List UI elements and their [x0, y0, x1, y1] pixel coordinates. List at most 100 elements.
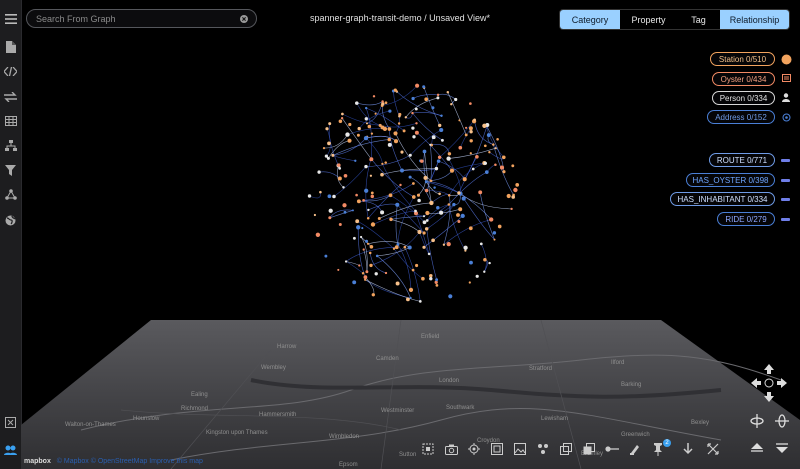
graph-node[interactable]	[395, 202, 400, 207]
graph-node[interactable]	[364, 117, 368, 121]
graph-node[interactable]	[343, 210, 347, 214]
graph-node[interactable]	[447, 152, 452, 156]
graph-node[interactable]	[352, 280, 357, 285]
graph-node[interactable]	[430, 274, 433, 277]
link-icon[interactable]	[604, 441, 620, 457]
graph-node[interactable]	[364, 188, 369, 193]
graph-node[interactable]	[469, 152, 472, 155]
graph-node[interactable]	[488, 151, 491, 154]
graph-node[interactable]	[424, 227, 429, 231]
graph-node[interactable]	[362, 248, 365, 251]
graph-node[interactable]	[331, 153, 335, 157]
tab-property[interactable]: Property	[620, 10, 677, 29]
graph-node[interactable]	[412, 135, 416, 139]
graph-node[interactable]	[343, 173, 348, 178]
pan-left-icon[interactable]	[749, 376, 763, 390]
graph-node[interactable]	[394, 245, 399, 250]
graph-node[interactable]	[368, 251, 372, 255]
graph-node[interactable]	[338, 223, 342, 226]
graph-node[interactable]	[355, 193, 358, 197]
graph-node[interactable]	[469, 139, 473, 143]
graph-node[interactable]	[348, 122, 352, 127]
graph-node[interactable]	[429, 143, 432, 146]
graph-node[interactable]	[458, 207, 463, 212]
layers-icon[interactable]	[558, 441, 574, 457]
graph-node[interactable]	[357, 126, 361, 131]
graph-node[interactable]	[469, 260, 473, 265]
graph-node[interactable]	[370, 194, 375, 199]
graph-node[interactable]	[494, 147, 497, 150]
graph-node[interactable]	[365, 106, 368, 110]
graph-node[interactable]	[389, 217, 393, 222]
clear-search-icon[interactable]	[237, 12, 251, 26]
graph-node[interactable]	[440, 138, 444, 142]
graph-sphere[interactable]	[290, 80, 530, 320]
graph-node[interactable]	[392, 247, 396, 250]
pan-down-icon[interactable]	[762, 390, 776, 404]
graph-node[interactable]	[434, 166, 439, 171]
graph-node[interactable]	[408, 175, 412, 179]
legend-edge-route[interactable]: ROUTE 0/771	[709, 153, 775, 167]
graph-node[interactable]	[371, 293, 375, 297]
tab-relationship[interactable]: Relationship	[720, 10, 789, 29]
graph-node[interactable]	[387, 127, 392, 131]
graph-node[interactable]	[482, 123, 487, 128]
graph-node[interactable]	[342, 186, 345, 189]
graph-node[interactable]	[465, 126, 468, 129]
graph-node[interactable]	[464, 249, 467, 252]
graph-node[interactable]	[327, 141, 331, 146]
tilt-down-icon[interactable]	[774, 441, 790, 455]
expand-icon[interactable]	[2, 414, 19, 431]
legend-node-station[interactable]: Station 0/510	[710, 52, 775, 66]
user-group-icon[interactable]	[2, 441, 19, 458]
graph-node[interactable]	[456, 213, 460, 217]
graph-node[interactable]	[471, 167, 475, 171]
graph-node[interactable]	[497, 224, 502, 229]
graph-node[interactable]	[384, 101, 388, 105]
graph-node[interactable]	[328, 122, 332, 126]
graph-node[interactable]	[423, 175, 428, 180]
graph-node[interactable]	[319, 190, 322, 194]
graph-node[interactable]	[492, 143, 495, 146]
graph-node[interactable]	[366, 216, 370, 220]
graph-node[interactable]	[468, 126, 473, 131]
graph-node[interactable]	[364, 239, 369, 243]
graph-node[interactable]	[436, 205, 440, 210]
graph-node[interactable]	[447, 203, 451, 206]
graph-node[interactable]	[457, 191, 461, 195]
graph-node[interactable]	[365, 270, 369, 274]
graph-node[interactable]	[411, 96, 415, 101]
graph-node[interactable]	[468, 281, 471, 284]
graph-node[interactable]	[338, 119, 343, 124]
graph-node[interactable]	[475, 274, 479, 278]
graph-node[interactable]	[387, 142, 392, 147]
graph-node[interactable]	[407, 245, 412, 250]
graph-node[interactable]	[411, 195, 416, 199]
graph-node[interactable]	[427, 252, 431, 256]
graph-node[interactable]	[414, 130, 419, 135]
graph-node[interactable]	[369, 174, 373, 177]
graph-node[interactable]	[370, 132, 374, 135]
tilt-up-icon[interactable]	[749, 441, 765, 455]
graph-node[interactable]	[337, 268, 340, 271]
graph-node[interactable]	[416, 193, 421, 197]
graph-node[interactable]	[513, 187, 518, 193]
graph-node[interactable]	[414, 209, 417, 213]
graph-node[interactable]	[436, 159, 441, 163]
graph-node[interactable]	[415, 122, 418, 125]
graph-node[interactable]	[438, 192, 441, 196]
graph-node[interactable]	[405, 297, 410, 302]
graph-node[interactable]	[307, 194, 312, 198]
graph-node[interactable]	[387, 137, 391, 142]
graph-node[interactable]	[422, 149, 427, 154]
graph-node[interactable]	[461, 196, 466, 201]
graph-node[interactable]	[355, 101, 359, 105]
graph-node[interactable]	[340, 117, 344, 120]
graph-node[interactable]	[375, 254, 379, 258]
graph-node[interactable]	[341, 112, 344, 116]
graph-node[interactable]	[322, 146, 326, 150]
brush-icon[interactable]	[627, 441, 643, 457]
graph-node[interactable]	[409, 296, 412, 300]
graph-node[interactable]	[425, 210, 430, 216]
graph-node[interactable]	[422, 231, 426, 235]
